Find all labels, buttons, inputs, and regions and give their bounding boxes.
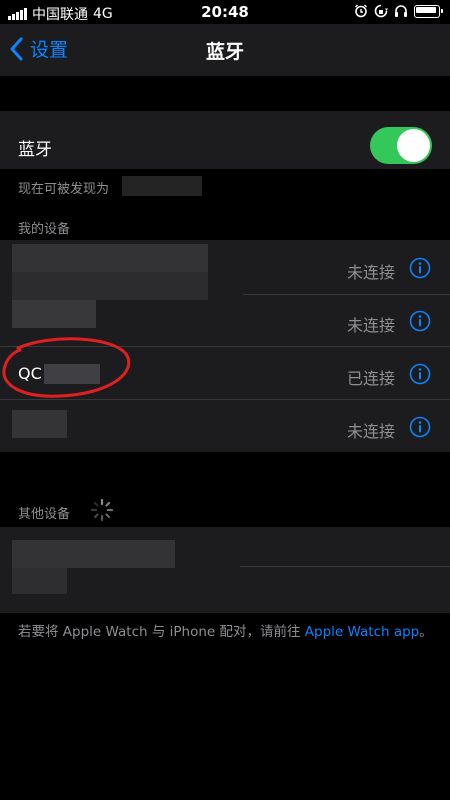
my-devices-header: 我的设备	[18, 222, 71, 237]
device-status: 未连接	[347, 316, 396, 335]
note-suffix: 。	[419, 624, 433, 640]
nav-bar: 设置 蓝牙	[0, 24, 450, 76]
loading-spinner-icon	[90, 498, 114, 522]
redacted-device-name	[12, 244, 208, 272]
discoverable-text: 现在可被发现为	[18, 182, 110, 197]
status-bar: 中国联通 4G 20:48	[0, 0, 450, 24]
device-status: 未连接	[347, 422, 396, 441]
battery-icon	[414, 4, 443, 18]
bluetooth-toggle[interactable]	[370, 127, 432, 164]
annotation-circle	[2, 337, 131, 398]
device-status: 未连接	[347, 263, 396, 282]
redacted-device-name	[122, 176, 202, 196]
redacted-device-name	[12, 272, 208, 300]
info-icon[interactable]	[409, 257, 431, 279]
bluetooth-label: 蓝牙	[18, 140, 52, 160]
info-icon[interactable]	[409, 310, 431, 332]
device-status: 已连接	[347, 369, 396, 388]
alarm-icon	[355, 4, 367, 18]
info-icon[interactable]	[409, 363, 431, 385]
redacted-device-name	[12, 568, 67, 594]
row-separator	[240, 566, 450, 567]
orientation-lock-icon	[374, 4, 388, 18]
headphones-icon	[395, 5, 407, 17]
discoverable-caption: 现在可被发现为	[18, 178, 109, 197]
note-text: 若要将 Apple Watch 与 iPhone 配对，请前往	[18, 624, 301, 640]
other-devices-header: 其他设备	[18, 507, 71, 522]
row-separator	[243, 294, 450, 295]
info-icon[interactable]	[409, 416, 431, 438]
redacted-device-name	[12, 540, 175, 568]
redacted-device-name	[12, 300, 96, 328]
apple-watch-note: 若要将 Apple Watch 与 iPhone 配对，请前往 Apple Wa…	[18, 622, 438, 642]
page-title: 蓝牙	[205, 41, 244, 63]
toggle-knob	[397, 129, 430, 162]
apple-watch-app-link[interactable]: Apple Watch app	[305, 624, 419, 640]
redacted-device-name	[12, 410, 67, 438]
